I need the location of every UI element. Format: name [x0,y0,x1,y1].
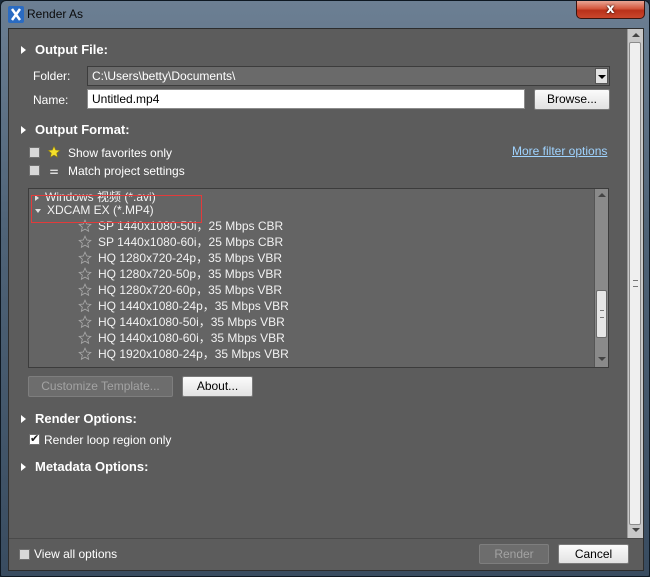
template-label: HQ 1440x1080-60i，35 Mbps VBR [98,331,285,345]
show-favorites-checkbox[interactable] [29,147,40,158]
close-icon: x [606,2,615,17]
dialog-scrollbar[interactable] [627,29,643,538]
options-panel: Output File: Folder: C:\Users\betty\Docu… [9,29,627,538]
template-label: HQ 1920x1080-24p，35 Mbps VBR [98,347,289,361]
view-all-options-checkbox[interactable] [19,549,30,560]
customize-template-button[interactable]: Customize Template... [28,376,173,397]
about-button[interactable]: About... [182,376,253,397]
star-icon[interactable] [78,299,92,313]
template-label: HQ 1280x720-60p，35 Mbps VBR [98,283,283,297]
expand-caret-icon[interactable] [21,46,26,54]
close-button[interactable]: x [576,1,645,19]
dialog-footer: View all options Render Cancel [9,538,643,570]
scroll-up-icon[interactable] [598,193,606,197]
view-all-options-label: View all options [34,547,118,561]
render-loop-region-label: Render loop region only [44,433,172,447]
file-name-input[interactable]: Untitled.mp4 [87,89,525,109]
scroll-down-icon[interactable] [598,357,606,361]
equals-icon: = [49,165,60,179]
scroll-down-icon[interactable] [632,528,640,532]
folder-value: C:\Users\betty\Documents\ [92,69,236,83]
favorite-star-icon [47,145,61,158]
folder-combo[interactable]: C:\Users\betty\Documents\ [87,66,610,86]
output-format-heading[interactable]: Output Format: [35,122,130,137]
template-label: HQ 1440x1080-50i，35 Mbps VBR [98,315,285,329]
expand-caret-icon[interactable] [21,463,26,471]
template-label: HQ 1280x720-24p，35 Mbps VBR [98,251,283,265]
dropdown-arrow-icon[interactable] [595,68,608,84]
folder-label: Folder: [33,69,71,83]
render-as-window: Render As x Output File: Folder: C:\User… [0,0,650,577]
star-icon[interactable] [78,283,92,297]
scroll-thumb[interactable] [596,290,607,338]
cancel-button[interactable]: Cancel [558,544,629,564]
match-settings-checkbox[interactable] [29,165,40,176]
app-icon [8,6,24,23]
render-button[interactable]: Render [479,544,549,564]
star-icon[interactable] [78,331,92,345]
template-label: HQ 1440x1080-24p，35 Mbps VBR [98,299,289,313]
template-label: HQ 1280x720-50p，35 Mbps VBR [98,267,283,281]
star-icon[interactable] [78,315,92,329]
template-label: SP 1440x1080-60i，25 Mbps CBR [98,235,284,249]
render-loop-region-checkbox[interactable] [29,432,40,445]
expand-caret-icon[interactable] [21,415,26,423]
star-icon[interactable] [78,251,92,265]
show-favorites-label: Show favorites only [68,146,173,160]
star-icon[interactable] [78,347,92,361]
title-bar[interactable]: Render As x [1,1,649,28]
scroll-thumb[interactable] [629,42,641,525]
more-filter-options-link[interactable]: More filter options [512,144,607,158]
match-settings-label: Match project settings [68,164,185,178]
metadata-options-heading[interactable]: Metadata Options: [35,459,148,474]
name-label: Name: [33,93,69,107]
scroll-grip-icon [633,280,638,287]
annotation-highlight-box [31,195,202,223]
star-icon[interactable] [78,267,92,281]
output-file-heading[interactable]: Output File: [35,42,108,57]
dialog-body: Output File: Folder: C:\Users\betty\Docu… [8,28,644,571]
scroll-up-icon[interactable] [632,33,640,37]
render-options-heading[interactable]: Render Options: [35,411,137,426]
window-title: Render As [27,7,84,21]
expand-caret-icon[interactable] [21,126,26,134]
browse-button[interactable]: Browse... [534,89,610,110]
star-icon[interactable] [78,235,92,249]
scroll-grip-icon [600,310,604,318]
tree-scrollbar[interactable] [594,189,608,367]
